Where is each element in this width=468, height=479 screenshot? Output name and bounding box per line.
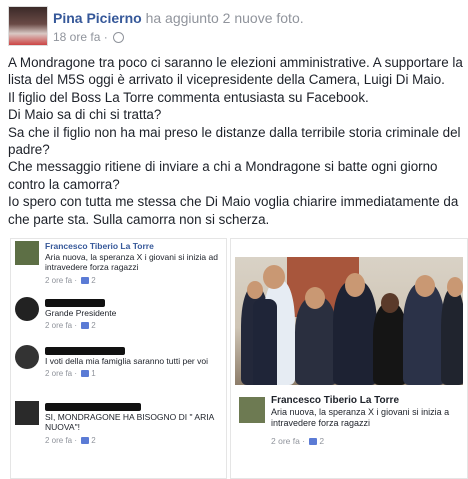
person-head [415,275,435,297]
redacted-name [45,346,125,355]
commenter-avatar [15,297,39,321]
comment-text: I voti della mia famiglia saranno tutti … [45,355,208,366]
person-head [247,281,263,299]
comments-screenshot-photo[interactable]: Francesco Tiberio La Torre Aria nuova, l… [10,238,227,479]
comment-meta: 2 ore fa · 2 [271,435,325,446]
post-timestamp[interactable]: 18 ore fa [53,30,100,44]
person-head [381,293,399,313]
post-paragraph: Di Maio sa di chi si tratta? [8,107,162,123]
post-body: A Mondragone tra poco ci saranno le elez… [8,54,463,228]
comment-meta: 2 ore fa · 2 [45,435,96,445]
post-header: Pina Picierno ha aggiunto 2 nuove foto. … [8,6,460,46]
comment-meta: 2 ore fa · 1 [45,369,96,378]
post-header-line: Pina Picierno ha aggiunto 2 nuove foto. [53,10,304,26]
redacted-name [45,402,141,411]
post-paragraph: Che messaggio ritiene di inviare a chi a… [8,159,438,192]
post-paragraph: A Mondragone tra poco ci saranno le elez… [8,55,463,88]
person-head [345,273,365,297]
comment-meta: 2 ore fa · 2 [45,321,96,330]
person [253,299,277,385]
commenter-avatar [15,345,39,369]
comment-text: SI, MONDRAGONE HA BISOGNO DI " ARIA NUOV… [45,411,214,433]
post-meta: 18 ore fa · [53,30,125,44]
like-icon [81,322,90,330]
commenter-avatar [239,397,265,423]
person-head [305,287,325,309]
post-paragraph: Sa che il figlio non ha mai preso le dis… [8,124,461,158]
comment-text: Aria nuova, la speranza X i giovani si i… [45,251,218,273]
like-icon [81,436,90,444]
group-photo [235,257,463,385]
like-icon [309,437,318,445]
commenter-avatar [15,241,39,265]
author-name-link[interactable]: Pina Picierno [53,10,142,26]
comment-text: Grande Presidente [45,307,117,318]
post-action-text: ha aggiunto 2 nuove foto. [145,10,304,26]
comment-meta: 2 ore fa · 2 [45,275,96,285]
person [373,303,407,385]
like-icon [81,370,90,378]
commenter-name: Francesco Tiberio La Torre [271,395,400,406]
person [295,297,337,385]
commenter-name: Francesco Tiberio La Torre [45,241,154,251]
redacted-name [45,298,105,307]
author-avatar[interactable] [8,6,48,46]
post-paragraph: Io spero con tutta me stessa che Di Maio… [8,194,459,227]
globe-icon[interactable] [113,32,125,44]
person-head [447,277,463,297]
person [403,283,445,385]
commenter-avatar [15,401,39,425]
like-icon [81,276,90,284]
comment-text: Aria nuova, la speranza X i giovani si i… [271,406,450,429]
group-photo-screenshot[interactable]: Francesco Tiberio La Torre Aria nuova, l… [230,238,468,479]
person-head [263,265,285,289]
post-paragraph: Il figlio del Boss La Torre commenta ent… [8,89,369,105]
person [441,289,463,385]
